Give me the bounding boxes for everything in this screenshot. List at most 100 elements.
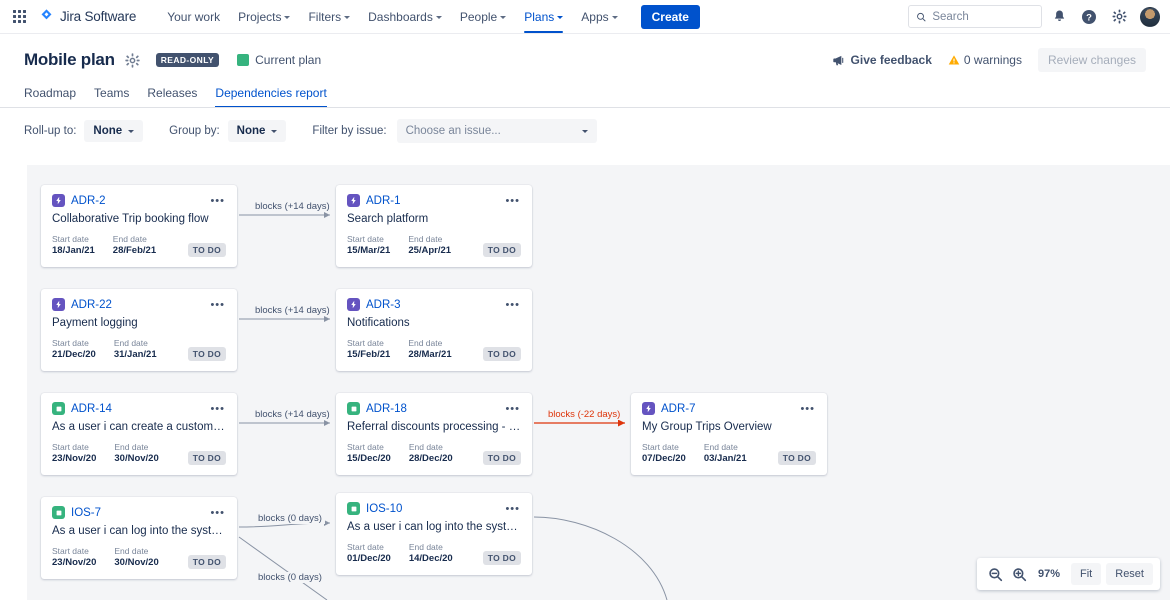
- issue-key-link[interactable]: ADR-2: [71, 195, 106, 207]
- end-date-column: End date 28/Feb/21: [113, 234, 156, 257]
- issue-key-link[interactable]: IOS-7: [71, 507, 101, 519]
- jira-brand-link[interactable]: Jira Software: [38, 8, 136, 25]
- card-more-actions-icon[interactable]: •••: [209, 299, 226, 311]
- groupby-select[interactable]: None: [227, 120, 287, 142]
- global-search[interactable]: [908, 5, 1042, 28]
- issue-card-adr-18[interactable]: ADR-18 ••• Referral discounts processing…: [336, 393, 532, 475]
- start-date-column: Start date 23/Nov/20: [52, 546, 96, 569]
- app-switcher-icon[interactable]: [8, 6, 30, 28]
- tab-dependencies-report[interactable]: Dependencies report: [215, 86, 328, 108]
- tab-releases[interactable]: Releases: [147, 86, 197, 108]
- zoom-reset-button[interactable]: Reset: [1106, 563, 1153, 585]
- end-date-column: End date 03/Jan/21: [704, 442, 747, 465]
- end-date-value: 25/Apr/21: [408, 245, 452, 256]
- notifications-bell-icon[interactable]: [1046, 4, 1072, 30]
- nav-item-your-work[interactable]: Your work: [158, 0, 229, 33]
- nav-item-filters[interactable]: Filters: [299, 0, 359, 33]
- issue-card-adr-1[interactable]: ADR-1 ••• Search platform Start date 15/…: [336, 185, 532, 267]
- issue-card-adr-2[interactable]: ADR-2 ••• Collaborative Trip booking flo…: [41, 185, 237, 267]
- issue-key-link[interactable]: ADR-1: [366, 195, 401, 207]
- card-more-actions-icon[interactable]: •••: [799, 403, 816, 415]
- nav-item-people[interactable]: People: [451, 0, 515, 33]
- filter-toolbar: Roll-up to: None Group by: None Filter b…: [0, 108, 1170, 154]
- issue-picker-select[interactable]: Choose an issue...: [396, 119, 597, 143]
- issue-card-adr-22[interactable]: ADR-22 ••• Payment logging Start date 21…: [41, 289, 237, 371]
- plan-settings-gear-icon[interactable]: [125, 52, 140, 68]
- review-changes-button[interactable]: Review changes: [1037, 48, 1146, 72]
- issue-summary: As a user i can log into the system via …: [347, 521, 521, 533]
- issue-card-adr-7[interactable]: ADR-7 ••• My Group Trips Overview Start …: [631, 393, 827, 475]
- card-more-actions-icon[interactable]: •••: [209, 507, 226, 519]
- help-icon[interactable]: ?: [1076, 4, 1102, 30]
- nav-item-projects[interactable]: Projects: [229, 0, 299, 33]
- end-date-column: End date 30/Nov/20: [114, 442, 158, 465]
- issue-summary: As a user i can log into the system via …: [52, 525, 226, 537]
- issue-key-link[interactable]: ADR-22: [71, 299, 112, 311]
- nav-label: People: [459, 9, 498, 24]
- epic-type-icon: [52, 194, 65, 207]
- issue-picker-placeholder: Choose an issue...: [405, 125, 501, 137]
- give-feedback-button[interactable]: Give feedback: [832, 53, 932, 67]
- settings-gear-icon[interactable]: [1106, 4, 1132, 30]
- nav-item-dashboards[interactable]: Dashboards: [359, 0, 451, 33]
- issue-summary: My Group Trips Overview: [642, 421, 772, 433]
- issue-summary: Payment logging: [52, 317, 138, 329]
- page-header: Mobile plan READ-ONLY Current plan Give …: [0, 34, 1170, 108]
- card-more-actions-icon[interactable]: •••: [504, 403, 521, 415]
- start-date-value: 18/Jan/21: [52, 245, 95, 256]
- card-more-actions-icon[interactable]: •••: [209, 195, 226, 207]
- issue-key-link[interactable]: ADR-7: [661, 403, 696, 415]
- story-type-icon: [347, 502, 360, 515]
- card-dates: Start date 23/Nov/20 End date 30/Nov/20 …: [52, 546, 226, 569]
- user-avatar[interactable]: [1140, 6, 1160, 27]
- dependency-label-adr2-adr1: blocks (+14 days): [252, 201, 333, 212]
- zoom-fit-button[interactable]: Fit: [1071, 563, 1102, 585]
- rollup-select[interactable]: None: [84, 120, 144, 142]
- card-dates: Start date 23/Nov/20 End date 30/Nov/20 …: [52, 442, 226, 465]
- issue-key-link[interactable]: IOS-10: [366, 503, 402, 515]
- chevron-down-icon: [284, 15, 291, 19]
- end-date-column: End date 14/Dec/20: [409, 542, 453, 565]
- card-header: ADR-2 •••: [52, 194, 226, 207]
- end-date-label: End date: [408, 338, 443, 348]
- issue-card-ios-7[interactable]: IOS-7 ••• As a user i can log into the s…: [41, 497, 237, 579]
- epic-type-icon: [642, 402, 655, 415]
- zoom-in-icon[interactable]: [1008, 563, 1030, 585]
- zoom-out-icon[interactable]: [984, 563, 1006, 585]
- card-more-actions-icon[interactable]: •••: [504, 503, 521, 515]
- plan-color-swatch: [237, 54, 250, 66]
- card-more-actions-icon[interactable]: •••: [209, 403, 226, 415]
- primary-nav-items: Your work Projects Filters Dashboards Pe…: [158, 0, 700, 33]
- status-badge: TO DO: [187, 555, 226, 569]
- start-date-label: Start date: [347, 338, 384, 348]
- nav-item-apps[interactable]: Apps: [572, 0, 626, 33]
- start-date-label: Start date: [52, 234, 89, 244]
- issue-summary: Search platform: [347, 213, 429, 225]
- tab-teams[interactable]: Teams: [94, 86, 129, 108]
- issue-card-adr-3[interactable]: ADR-3 ••• Notifications Start date 15/Fe…: [336, 289, 532, 371]
- search-input[interactable]: [932, 10, 1034, 23]
- issue-card-adr-14[interactable]: ADR-14 ••• As a user i can create a cust…: [41, 393, 237, 475]
- create-button[interactable]: Create: [640, 4, 700, 29]
- tab-roadmap[interactable]: Roadmap: [24, 86, 76, 108]
- jira-logo-icon: [41, 9, 52, 20]
- rollup-label: Roll-up to:: [24, 125, 77, 137]
- nav-item-plans[interactable]: Plans: [515, 0, 572, 33]
- card-more-actions-icon[interactable]: •••: [504, 299, 521, 311]
- card-header: ADR-22 •••: [52, 298, 226, 311]
- nav-label: Dashboards: [368, 9, 433, 24]
- dependencies-canvas[interactable]: ADR-2 ••• Collaborative Trip booking flo…: [27, 165, 1170, 600]
- issue-key-link[interactable]: ADR-3: [366, 299, 401, 311]
- status-badge: TO DO: [187, 347, 226, 361]
- issue-summary: Collaborative Trip booking flow: [52, 213, 209, 225]
- dependency-label-adr14-adr18: blocks (+14 days): [252, 409, 333, 420]
- issue-key-link[interactable]: ADR-18: [366, 403, 407, 415]
- end-date-column: End date 28/Dec/20: [409, 442, 453, 465]
- card-header: IOS-10 •••: [347, 502, 521, 515]
- warnings-indicator[interactable]: 0 warnings: [948, 53, 1022, 67]
- card-more-actions-icon[interactable]: •••: [504, 195, 521, 207]
- issue-card-ios-10[interactable]: IOS-10 ••• As a user i can log into the …: [336, 493, 532, 575]
- chevron-down-icon: [557, 15, 564, 19]
- start-date-column: Start date 15/Mar/21: [347, 234, 390, 257]
- issue-key-link[interactable]: ADR-14: [71, 403, 112, 415]
